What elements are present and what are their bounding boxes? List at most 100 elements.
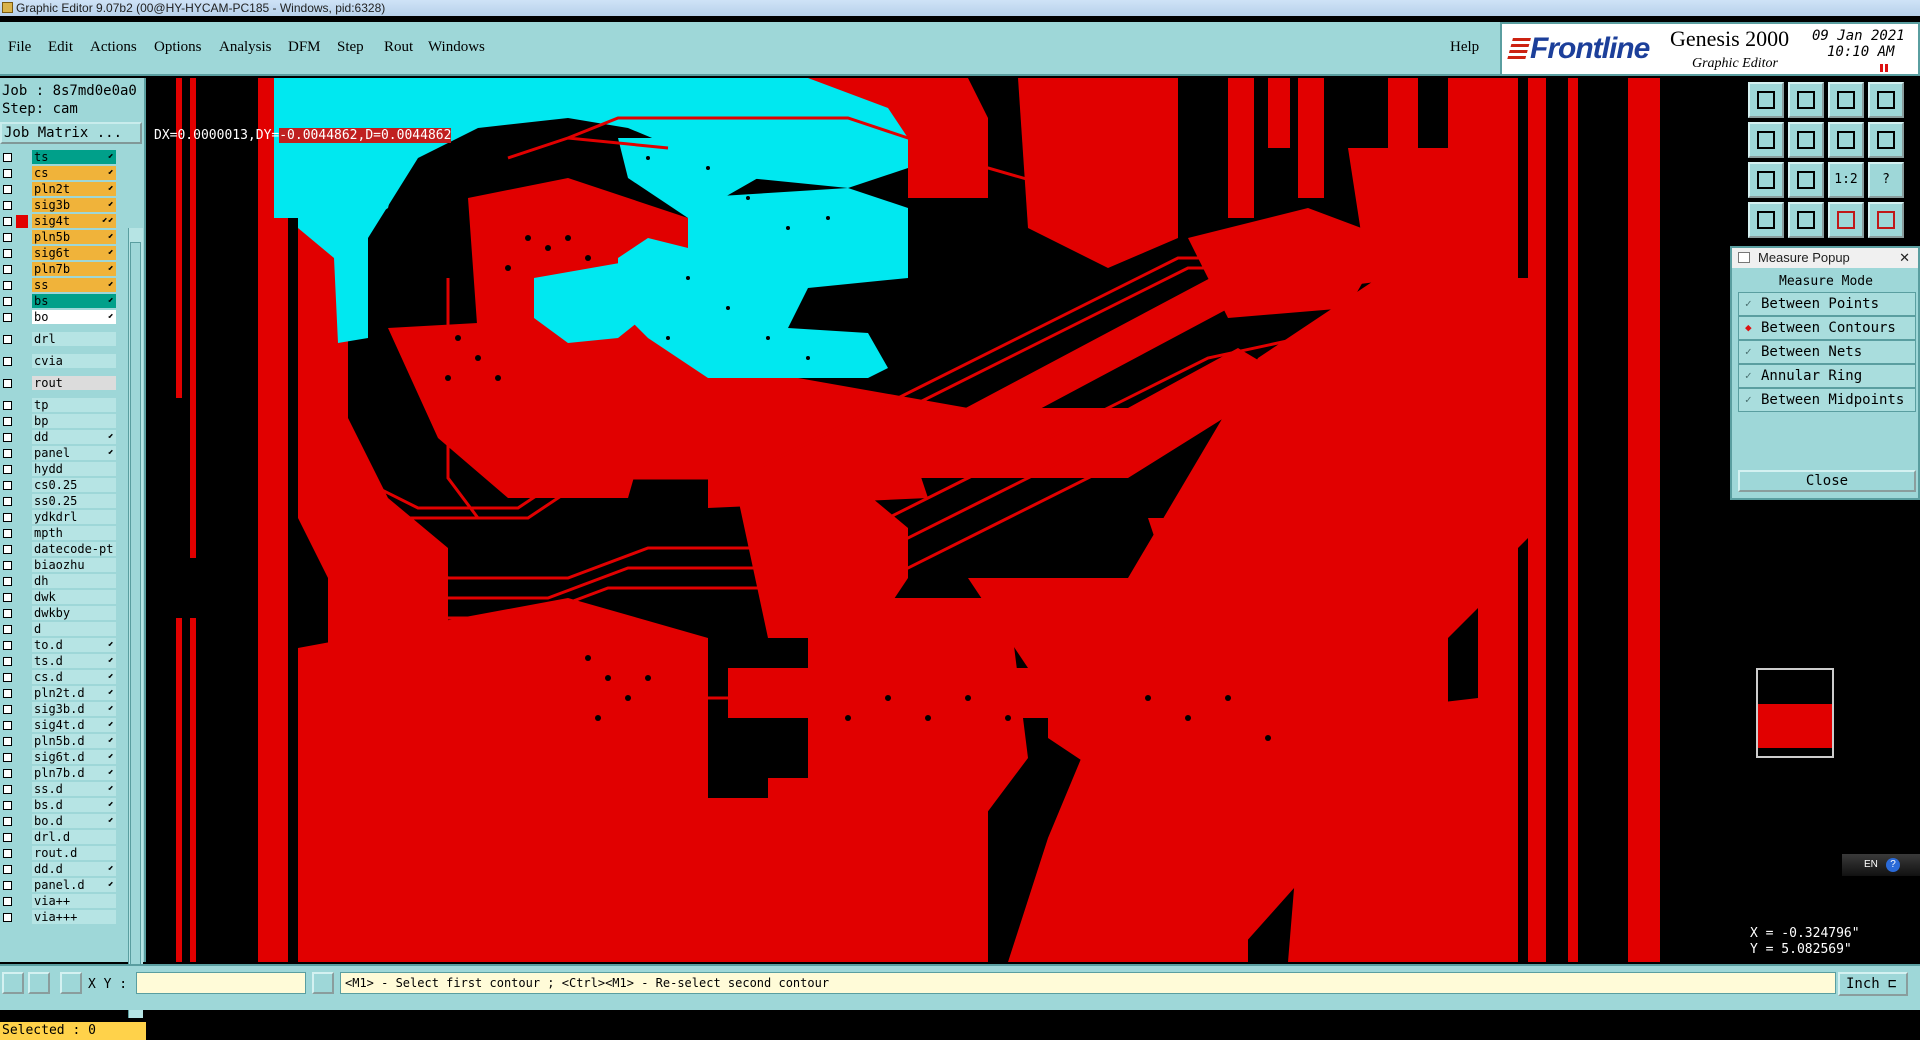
layer-row[interactable]: d (0, 622, 118, 637)
snap-icon[interactable] (1868, 122, 1904, 158)
layer-name[interactable]: sig4t ⬋⬋ (32, 214, 116, 228)
layer-name[interactable]: dd.d ⬋ (32, 862, 116, 876)
layer-row[interactable]: rout (0, 376, 118, 391)
layer-checkbox[interactable] (3, 379, 12, 388)
menu-options[interactable]: Options (154, 39, 202, 56)
layer-row[interactable]: pln7b ⬋ (0, 262, 118, 277)
layer-row[interactable]: drl (0, 332, 118, 347)
menu-windows[interactable]: Windows (428, 39, 485, 56)
layer-row[interactable]: dwk (0, 590, 118, 605)
layer-name[interactable]: tp (32, 398, 116, 412)
layer-checkbox[interactable] (3, 417, 12, 426)
layer-checkbox[interactable] (3, 313, 12, 322)
layer-name[interactable]: via++ (32, 894, 116, 908)
layer-name[interactable]: pln5b ⬋ (32, 230, 116, 244)
layer-checkbox[interactable] (3, 497, 12, 506)
measure-option[interactable]: ✓ Annular Ring (1738, 364, 1916, 388)
layer-checkbox[interactable] (3, 705, 12, 714)
net-compare-icon[interactable] (1868, 202, 1904, 238)
layer-checkbox[interactable] (3, 529, 12, 538)
layer-name[interactable]: sig6t ⬋ (32, 246, 116, 260)
layer-checkbox[interactable] (3, 801, 12, 810)
pin-icon[interactable] (1788, 202, 1824, 238)
layer-name[interactable]: rout.d (32, 846, 116, 860)
help-icon[interactable]: ? (1868, 162, 1904, 198)
layer-scrollbar[interactable] (128, 228, 143, 1018)
layer-row[interactable]: bp (0, 414, 118, 429)
layer-row[interactable]: cvia (0, 354, 118, 369)
layer-row[interactable]: rout.d (0, 846, 118, 861)
measure-option[interactable]: ✓ Between Nets (1738, 340, 1916, 364)
layer-checkbox[interactable] (3, 335, 12, 344)
layer-name[interactable]: cs0.25 (32, 478, 116, 492)
grid-icon[interactable] (60, 972, 82, 994)
layer-name[interactable]: dwk (32, 590, 116, 604)
layer-checkbox[interactable] (3, 641, 12, 650)
layer-name[interactable]: pln2t ⬋ (32, 182, 116, 196)
layer-row[interactable]: ts.d ⬋ (0, 654, 118, 669)
layer-row[interactable]: datecode-pt (0, 542, 118, 557)
fit-profile-icon[interactable] (1748, 162, 1784, 198)
layer-row[interactable]: bs ⬋ (0, 294, 118, 309)
layer-name[interactable]: datecode-pt (32, 542, 116, 556)
ratio-icon[interactable]: 1:2 (1828, 162, 1864, 198)
layer-name[interactable]: sig6t.d ⬋ (32, 750, 116, 764)
layer-name[interactable]: bs ⬋ (32, 294, 116, 308)
layer-checkbox[interactable] (3, 721, 12, 730)
units-selector[interactable]: Inch ⊏ (1838, 972, 1908, 996)
layer-row[interactable]: via++ (0, 894, 118, 909)
layer-row[interactable]: sig6t ⬋ (0, 246, 118, 261)
layer-name[interactable]: sig4t.d ⬋ (32, 718, 116, 732)
layer-name[interactable]: cs ⬋ (32, 166, 116, 180)
layer-checkbox[interactable] (3, 233, 12, 242)
layer-row[interactable]: sig3b.d ⬋ (0, 702, 118, 717)
layer-checkbox[interactable] (3, 401, 12, 410)
measure-option[interactable]: ✓ Between Points (1738, 292, 1916, 316)
layer-name[interactable]: bo ⬋ (32, 310, 116, 324)
layer-row[interactable]: mpth (0, 526, 118, 541)
layer-name[interactable]: pln5b.d ⬋ (32, 734, 116, 748)
layer-name[interactable]: ss0.25 (32, 494, 116, 508)
help-icon[interactable]: ? (1886, 858, 1900, 872)
layer-name[interactable]: drl (32, 332, 116, 346)
layer-checkbox[interactable] (3, 561, 12, 570)
layer-name[interactable]: rout (32, 376, 116, 390)
layer-name[interactable]: cvia (32, 354, 116, 368)
layer-row[interactable]: pln2t.d ⬋ (0, 686, 118, 701)
xy-input[interactable] (136, 972, 306, 994)
layer-row[interactable]: bo ⬋ (0, 310, 118, 325)
layer-row[interactable]: tp (0, 398, 118, 413)
layer-row[interactable]: to.d ⬋ (0, 638, 118, 653)
layer-row[interactable]: dd ⬋ (0, 430, 118, 445)
layer-name[interactable]: to.d ⬋ (32, 638, 116, 652)
layer-row[interactable]: pln5b ⬋ (0, 230, 118, 245)
layer-checkbox[interactable] (3, 849, 12, 858)
menu-dfm[interactable]: DFM (288, 39, 321, 56)
zoom-fit-icon[interactable] (1868, 82, 1904, 118)
layer-checkbox[interactable] (3, 481, 12, 490)
graphics-canvas[interactable] (148, 78, 1740, 962)
layer-row[interactable]: ss ⬋ (0, 278, 118, 293)
layer-row[interactable]: panel.d ⬋ (0, 878, 118, 893)
layer-name[interactable]: d (32, 622, 116, 636)
layer-checkbox[interactable] (3, 881, 12, 890)
layer-name[interactable]: bp (32, 414, 116, 428)
layer-row[interactable]: biaozhu (0, 558, 118, 573)
layer-name[interactable]: pln7b ⬋ (32, 262, 116, 276)
layer-checkbox[interactable] (3, 297, 12, 306)
layer-checkbox[interactable] (3, 897, 12, 906)
layer-row[interactable]: panel ⬋ (0, 446, 118, 461)
layer-row[interactable]: sig4t ⬋⬋ (0, 214, 118, 229)
layer-row[interactable]: cs ⬋ (0, 166, 118, 181)
layer-name[interactable]: mpth (32, 526, 116, 540)
layer-checkbox[interactable] (3, 785, 12, 794)
measure-icon[interactable] (1748, 202, 1784, 238)
layer-row[interactable]: ss0.25 (0, 494, 118, 509)
layer-checkbox[interactable] (3, 657, 12, 666)
layer-checkbox[interactable] (3, 753, 12, 762)
net-highlight-icon[interactable] (1828, 202, 1864, 238)
pan-left-icon[interactable] (1748, 122, 1784, 158)
layer-checkbox[interactable] (3, 769, 12, 778)
layer-checkbox[interactable] (3, 913, 12, 922)
layer-name[interactable]: ts.d ⬋ (32, 654, 116, 668)
